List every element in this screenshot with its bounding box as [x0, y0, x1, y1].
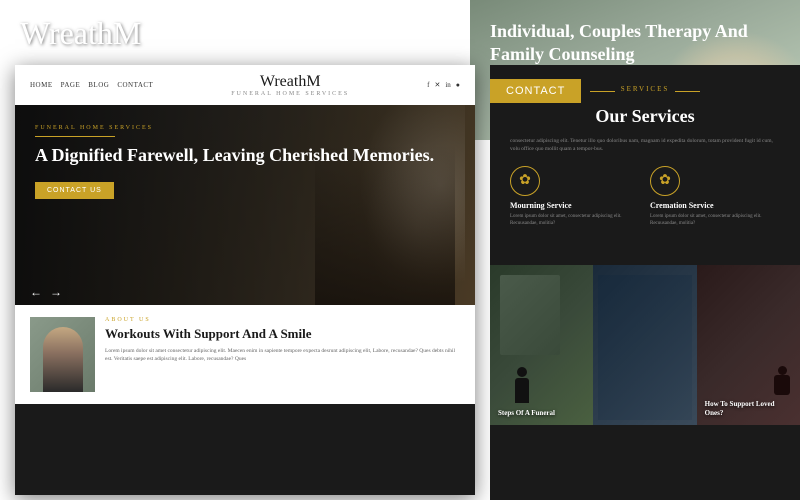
seated-figure	[774, 366, 790, 395]
navigation-arrows: ← →	[30, 285, 62, 300]
about-image	[30, 317, 95, 392]
cremation-service-desc: Lorem ipsum dolor sit amet, consectetur …	[650, 213, 780, 227]
photo-1-overlay	[500, 275, 560, 355]
about-section: ABOUT US Workouts With Support And A Smi…	[15, 305, 475, 404]
gallery-label-3: How To Support Loved Ones?	[705, 400, 792, 417]
services-cards: ✿ Mourning Service Lorem ipsum dolor sit…	[510, 166, 780, 227]
cremation-icon: ✿	[650, 166, 680, 196]
seated-body	[774, 375, 790, 395]
service-card-mourning: ✿ Mourning Service Lorem ipsum dolor sit…	[510, 166, 640, 227]
prev-arrow[interactable]: ←	[30, 285, 42, 300]
linkedin-icon[interactable]: in	[445, 81, 450, 89]
gallery-photo-1: Steps Of A Funeral	[490, 265, 593, 425]
website-mockup: HOME PAGE BLOG CONTACT WreathM FUNERAL H…	[15, 65, 475, 495]
figure-head	[517, 367, 527, 377]
ad-title: Individual, Couples Therapy And Family C…	[490, 20, 780, 67]
gallery-label-1: Steps Of A Funeral	[498, 409, 585, 417]
mourning-service-desc: Lorem ipsum dolor sit amet, consectetur …	[510, 213, 640, 227]
mourning-service-name: Mourning Service	[510, 201, 640, 210]
services-description: consectetur adipiscing elit. Tenetur ill…	[510, 137, 780, 154]
gallery-title-3: How To Support Loved Ones?	[705, 400, 792, 417]
about-eyebrow: ABOUT US	[105, 317, 460, 323]
mourning-icon: ✿	[510, 166, 540, 196]
figure-body	[515, 378, 529, 403]
eyebrow-divider	[35, 136, 115, 137]
facebook-icon[interactable]: f	[427, 81, 429, 89]
nav-home[interactable]: HOME	[30, 81, 53, 89]
twitter-icon[interactable]: ✕	[434, 81, 440, 89]
pinterest-icon[interactable]: ●	[456, 81, 460, 89]
cremation-service-name: Cremation Service	[650, 201, 780, 210]
logo-text: WreathM	[20, 15, 141, 51]
social-icons: f ✕ in ●	[427, 81, 460, 89]
hero-section: FUNERAL HOME SERVICES A Dignified Farewe…	[15, 105, 475, 305]
nav-contact[interactable]: CONTACT	[117, 81, 153, 89]
nav-blog[interactable]: BLOG	[88, 81, 109, 89]
nav-page[interactable]: PAGE	[61, 81, 81, 89]
about-body: Lorem ipsum dolor sit amet consectetur a…	[105, 347, 460, 364]
hero-eyebrow: FUNERAL HOME SERVICES	[35, 125, 455, 131]
mourning-icon-symbol: ✿	[519, 172, 531, 189]
site-logo: WreathM FUNERAL HOME SERVICES	[153, 73, 427, 97]
figure-silhouette-1	[515, 367, 529, 403]
screen: WreathM Individual, Couples Therapy And …	[0, 0, 800, 500]
about-text-area: ABOUT US Workouts With Support And A Smi…	[105, 317, 460, 392]
hero-content: FUNERAL HOME SERVICES A Dignified Farewe…	[15, 105, 475, 219]
nav-logo-text: WreathM	[260, 73, 321, 90]
cremation-icon-symbol: ✿	[659, 172, 671, 189]
next-arrow[interactable]: →	[50, 285, 62, 300]
services-panel: SERVICES Our Services consectetur adipis…	[490, 65, 800, 500]
nav-links-left: HOME PAGE BLOG CONTACT	[30, 81, 153, 89]
hero-cta-button[interactable]: CONTACT US	[35, 182, 114, 199]
contact-button[interactable]: CONTACT	[490, 79, 581, 103]
photo-gallery: Steps Of A Funeral How To Support Loved …	[490, 265, 800, 425]
nav-tagline: FUNERAL HOME SERVICES	[153, 91, 427, 97]
gallery-title-1: Steps Of A Funeral	[498, 409, 585, 417]
photo-2-bg	[598, 275, 691, 420]
service-card-cremation: ✿ Cremation Service Lorem ipsum dolor si…	[650, 166, 780, 227]
gallery-photo-2	[593, 265, 696, 425]
about-title: Workouts With Support And A Smile	[105, 326, 460, 342]
site-navigation: HOME PAGE BLOG CONTACT WreathM FUNERAL H…	[15, 65, 475, 105]
gallery-photo-3: How To Support Loved Ones?	[697, 265, 800, 425]
seated-head	[778, 366, 787, 375]
person-image	[43, 327, 83, 392]
hero-title: A Dignified Farewell, Leaving Cherished …	[35, 145, 455, 167]
ad-content: Individual, Couples Therapy And Family C…	[470, 0, 800, 118]
brand-logo: WreathM	[20, 15, 141, 52]
